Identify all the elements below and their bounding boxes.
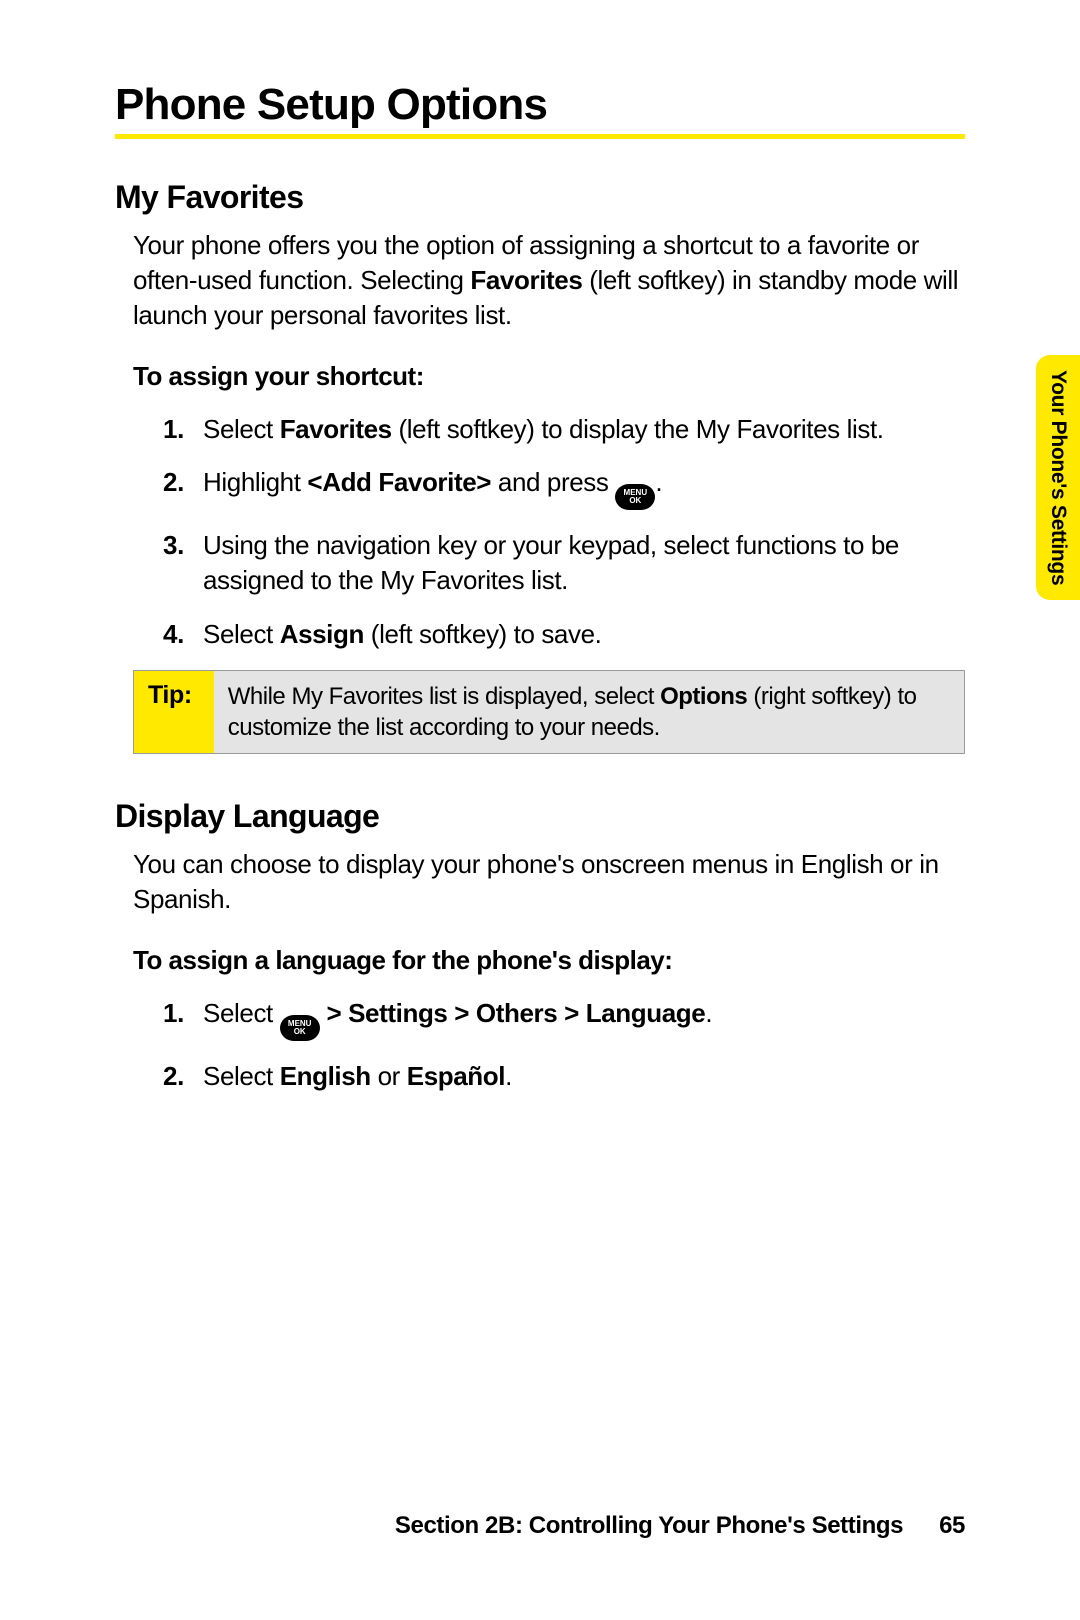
menu-ok-icon: MENUOK: [615, 484, 655, 510]
text: (left softkey) to display the My Favorit…: [392, 414, 884, 444]
menu-ok-icon: MENUOK: [280, 1015, 320, 1041]
list-item: Select Assign (left softkey) to save.: [163, 617, 965, 652]
language-intro: You can choose to display your phone's o…: [133, 847, 965, 917]
text: .: [505, 1061, 512, 1091]
icon-label: OK: [294, 1028, 306, 1036]
favorites-steps: Select Favorites (left softkey) to displ…: [163, 412, 965, 651]
favorites-intro: Your phone offers you the option of assi…: [133, 228, 965, 333]
text-bold: English: [280, 1061, 371, 1091]
text: While My Favorites list is displayed, se…: [228, 683, 660, 710]
text: Select: [203, 1061, 280, 1091]
text-bold: Options: [660, 683, 747, 710]
list-item: Highlight <Add Favorite> and press MENUO…: [163, 465, 965, 510]
text: Highlight: [203, 467, 307, 497]
heading-my-favorites: My Favorites: [115, 179, 965, 216]
page-number: 65: [939, 1512, 965, 1539]
favorites-subheading: To assign your shortcut:: [133, 361, 965, 392]
page-title: Phone Setup Options: [115, 80, 965, 130]
list-item: Select Favorites (left softkey) to displ…: [163, 412, 965, 447]
page-content: Phone Setup Options My Favorites Your ph…: [0, 0, 1080, 1094]
text-bold: Español: [407, 1061, 505, 1091]
title-rule: [115, 134, 965, 139]
text: Select: [203, 414, 280, 444]
language-steps: Select MENUOK > Settings > Others > Lang…: [163, 996, 965, 1094]
language-subheading: To assign a language for the phone's dis…: [133, 945, 965, 976]
text: and press: [491, 467, 615, 497]
text: .: [705, 998, 712, 1028]
tip-box: Tip: While My Favorites list is displaye…: [133, 670, 965, 754]
text-bold: Favorites: [470, 265, 582, 295]
list-item: Select English or Español.: [163, 1059, 965, 1094]
tip-content: While My Favorites list is displayed, se…: [214, 671, 964, 753]
text: .: [655, 467, 662, 497]
heading-display-language: Display Language: [115, 798, 965, 835]
side-tab: Your Phone's Settings: [1036, 355, 1080, 600]
list-item: Using the navigation key or your keypad,…: [163, 528, 965, 598]
text: Select: [203, 619, 280, 649]
text: or: [371, 1061, 407, 1091]
footer-section: Section 2B: Controlling Your Phone's Set…: [395, 1512, 903, 1539]
text-bold: Favorites: [280, 414, 392, 444]
text: Select: [203, 998, 280, 1028]
tip-label: Tip:: [134, 671, 214, 753]
text: (left softkey) to save.: [364, 619, 602, 649]
side-tab-label: Your Phone's Settings: [1046, 370, 1070, 585]
page-footer: Section 2B: Controlling Your Phone's Set…: [395, 1512, 965, 1540]
text-bold: Assign: [280, 619, 364, 649]
text-bold: <Add Favorite>: [307, 467, 491, 497]
list-item: Select MENUOK > Settings > Others > Lang…: [163, 996, 965, 1041]
icon-label: OK: [629, 497, 641, 505]
text-bold: > Settings > Others > Language: [320, 998, 706, 1028]
